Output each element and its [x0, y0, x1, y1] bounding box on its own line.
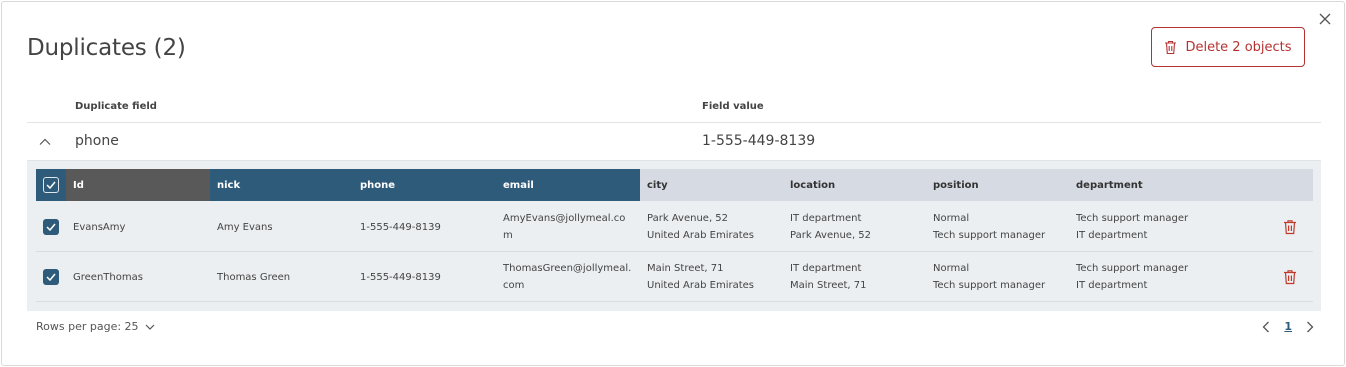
- check-icon: [46, 223, 56, 231]
- cell-location-line: IT department: [790, 263, 862, 274]
- row-checkbox[interactable]: [43, 269, 59, 285]
- duplicates-dialog: Duplicates (2) Delete 2 objects Duplicat…: [1, 1, 1345, 366]
- cell-id: EvansAmy: [66, 202, 210, 252]
- cell-phone-text: 1-555-449-8139: [360, 271, 441, 283]
- cell-department-line: IT department: [1076, 230, 1148, 241]
- cell-location-line: Park Avenue, 52: [790, 230, 872, 241]
- duplicate-group-row[interactable]: phone 1-555-449-8139: [27, 123, 1321, 161]
- duplicate-field-header: Duplicate field: [75, 101, 157, 112]
- cell-email: ThomasGreen@jollymeal. com: [496, 252, 640, 302]
- cell-department-line: Tech support manager: [1076, 263, 1189, 274]
- cell-position: Normal Tech support manager: [926, 252, 1069, 302]
- cell-location-line: Main Street, 71: [790, 280, 867, 291]
- cell-email-line: com: [503, 280, 525, 291]
- chevron-down-icon: [145, 324, 154, 330]
- rows-per-page-select[interactable]: Rows per page: 25: [36, 320, 155, 333]
- cell-department-line: IT department: [1076, 280, 1148, 291]
- table-row[interactable]: GreenThomas Thomas Green 1-555-449-8139 …: [36, 252, 1313, 302]
- field-value-header: Field value: [702, 101, 764, 112]
- trash-icon: [1165, 40, 1177, 54]
- delete-objects-label: Delete 2 objects: [1185, 39, 1292, 55]
- column-header-email[interactable]: email: [496, 169, 640, 201]
- cell-position-line: Normal: [933, 213, 970, 224]
- column-header-nick[interactable]: nick: [210, 169, 353, 201]
- cell-location: IT department Park Avenue, 52: [783, 202, 926, 252]
- cell-position-line: Tech support manager: [933, 230, 1046, 241]
- cell-email-line: AmyEvans@jollymeal.co: [503, 213, 626, 224]
- cell-email-line: ThomasGreen@jollymeal.: [503, 263, 632, 274]
- header-checkbox-cell: [36, 169, 66, 201]
- duplicates-grid-panel: Id nick phone email city location positi…: [27, 161, 1321, 311]
- column-header-phone[interactable]: phone: [353, 169, 496, 201]
- row-delete-icon[interactable]: [1283, 219, 1297, 235]
- check-icon: [46, 181, 56, 189]
- column-header-id[interactable]: Id: [66, 169, 210, 201]
- cell-position: Normal Tech support manager: [926, 202, 1069, 252]
- cell-location: IT department Main Street, 71: [783, 252, 926, 302]
- check-icon: [46, 273, 56, 281]
- page-number[interactable]: 1: [1284, 320, 1292, 333]
- cell-city-line: United Arab Emirates: [647, 280, 755, 291]
- cell-location-line: IT department: [790, 213, 862, 224]
- duplicate-field-value: 1-555-449-8139: [702, 133, 816, 149]
- cell-city-line: Park Avenue, 52: [647, 213, 729, 224]
- cell-id-text: EvansAmy: [73, 221, 126, 233]
- duplicate-table-header: Duplicate field Field value: [27, 97, 1321, 123]
- cell-id-text: GreenThomas: [73, 271, 143, 283]
- cell-nick-text: Amy Evans: [217, 221, 273, 233]
- cell-nick: Amy Evans: [210, 202, 353, 252]
- cell-phone: 1-555-449-8139: [353, 202, 496, 252]
- column-header-position[interactable]: position: [926, 169, 1069, 201]
- cell-nick-text: Thomas Green: [217, 271, 291, 283]
- cell-email: AmyEvans@jollymeal.co m: [496, 202, 640, 252]
- cell-city: Park Avenue, 52 United Arab Emirates: [640, 202, 783, 252]
- cell-city-line: Main Street, 71: [647, 263, 724, 274]
- table-row[interactable]: EvansAmy Amy Evans 1-555-449-8139 AmyEva…: [36, 202, 1313, 252]
- close-icon[interactable]: [1318, 12, 1332, 26]
- chevron-right-icon[interactable]: [1306, 321, 1314, 333]
- cell-id: GreenThomas: [66, 252, 210, 302]
- chevron-up-icon[interactable]: [39, 136, 51, 148]
- grid-header: Id nick phone email city location positi…: [36, 169, 1313, 201]
- select-all-checkbox[interactable]: [43, 177, 59, 193]
- chevron-left-icon[interactable]: [1262, 321, 1270, 333]
- cell-position-line: Tech support manager: [933, 280, 1046, 291]
- duplicate-field-name: phone: [75, 133, 119, 149]
- column-header-location[interactable]: location: [783, 169, 926, 201]
- cell-phone-text: 1-555-449-8139: [360, 221, 441, 233]
- cell-department: Tech support manager IT department: [1069, 202, 1269, 252]
- cell-email-line: m: [503, 230, 513, 241]
- cell-department: Tech support manager IT department: [1069, 252, 1269, 302]
- cell-phone: 1-555-449-8139: [353, 252, 496, 302]
- rows-per-page-label: Rows per page: 25: [36, 320, 139, 333]
- row-checkbox[interactable]: [43, 219, 59, 235]
- dialog-title: Duplicates (2): [27, 35, 186, 61]
- cell-department-line: Tech support manager: [1076, 213, 1189, 224]
- column-header-city[interactable]: city: [640, 169, 783, 201]
- row-delete-icon[interactable]: [1283, 269, 1297, 285]
- cell-nick: Thomas Green: [210, 252, 353, 302]
- column-header-department[interactable]: department: [1069, 169, 1269, 201]
- pagination: 1: [1262, 320, 1314, 333]
- cell-city: Main Street, 71 United Arab Emirates: [640, 252, 783, 302]
- cell-position-line: Normal: [933, 263, 970, 274]
- delete-objects-button[interactable]: Delete 2 objects: [1151, 27, 1305, 67]
- cell-city-line: United Arab Emirates: [647, 230, 755, 241]
